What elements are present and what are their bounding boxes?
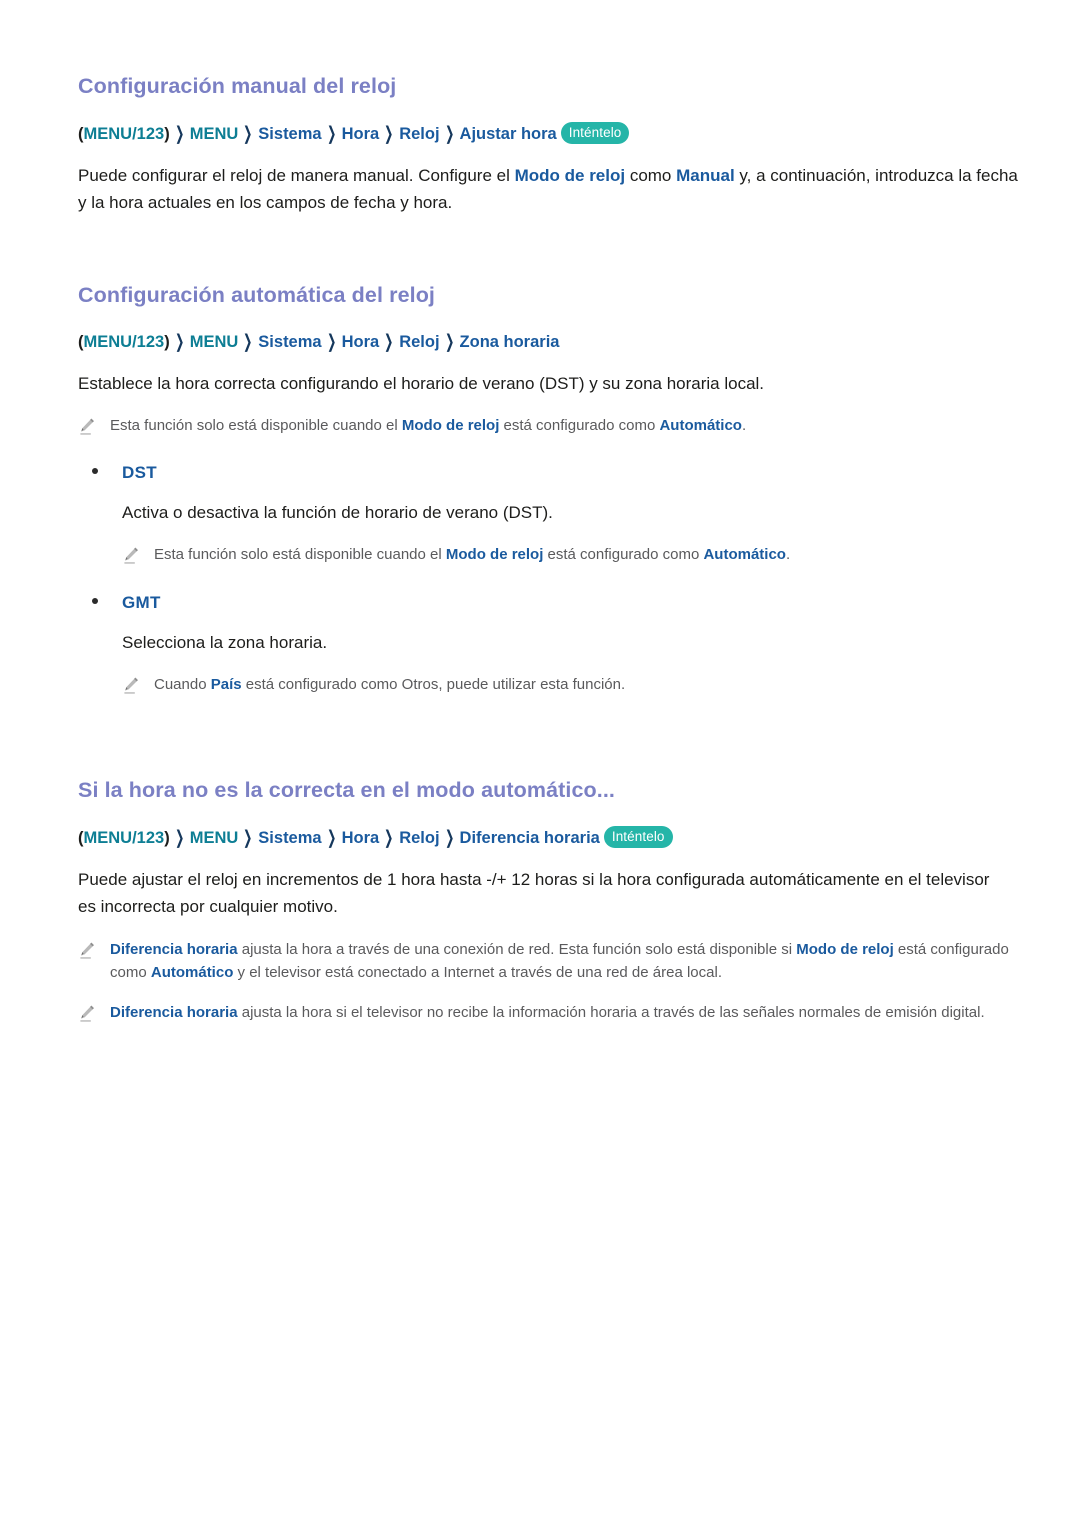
try-it-badge[interactable]: Inténtelo (603, 825, 673, 849)
note-row: Esta función solo está disponible cuando… (78, 414, 1018, 437)
breadcrumb-item-reloj[interactable]: Reloj (399, 333, 439, 351)
chevron-right-icon: ❯ (174, 124, 185, 145)
text-fragment: como (625, 165, 677, 185)
list-item-dst: DST (92, 463, 1018, 483)
section-automatic-clock: Configuración automática del reloj (MENU… (78, 283, 1018, 696)
chevron-right-icon: ❯ (444, 828, 454, 849)
breadcrumb-item-diferencia-horaria[interactable]: Diferencia horaria (460, 829, 600, 847)
note-row: Diferencia horaria ajusta la hora a trav… (78, 938, 1018, 985)
chevron-right-icon: ❯ (326, 828, 336, 849)
paragraph-manual-clock: Puede configurar el reloj de manera manu… (78, 162, 1018, 217)
chevron-right-icon: ❯ (444, 124, 454, 145)
term-automatico: Automático (150, 964, 234, 982)
breadcrumb-close-paren: ) (164, 828, 170, 847)
list-item-gmt: GMT (92, 593, 1018, 613)
breadcrumb-item-hora[interactable]: Hora (342, 333, 380, 351)
breadcrumb-item-zona-horaria[interactable]: Zona horaria (460, 333, 560, 351)
breadcrumb-item-menu[interactable]: MENU (190, 333, 239, 351)
note-row: Esta función solo está disponible cuando… (122, 543, 1018, 566)
text-fragment: . (785, 546, 791, 564)
note-text: Esta función solo está disponible cuando… (110, 414, 746, 437)
breadcrumb-item-sistema[interactable]: Sistema (258, 333, 321, 351)
breadcrumb-item-menu[interactable]: MENU (190, 125, 239, 143)
section-time-offset: Si la hora no es la correcta en el modo … (78, 778, 1018, 1025)
chevron-right-icon: ❯ (174, 828, 185, 849)
note-row: Diferencia horaria ajusta la hora si el … (78, 1001, 1018, 1024)
list-item-label: GMT (122, 592, 161, 612)
chevron-right-icon: ❯ (444, 331, 454, 352)
term-diferencia-horaria: Diferencia horaria (110, 1004, 238, 1022)
paragraph-automatic-clock: Establece la hora correcta configurando … (78, 373, 765, 393)
text-fragment: Esta función solo está disponible cuando… (154, 546, 446, 564)
term-automatico: Automático (703, 546, 786, 564)
breadcrumb-item-hora[interactable]: Hora (342, 125, 380, 143)
note-text: Esta función solo está disponible cuando… (154, 543, 790, 566)
note-text: Diferencia horaria ajusta la hora a trav… (110, 938, 1018, 985)
breadcrumb-root-menu123[interactable]: MENU/123 (84, 829, 165, 847)
breadcrumb-item-sistema[interactable]: Sistema (258, 829, 321, 847)
breadcrumb-close-paren: ) (164, 332, 170, 351)
document-page: Configuración manual del reloj (MENU/123… (0, 0, 1080, 1527)
bullet-dot-icon (92, 597, 98, 604)
pencil-icon (122, 546, 140, 566)
note-text: Cuando País está configurado como Otros,… (154, 673, 625, 696)
breadcrumb-item-menu[interactable]: MENU (190, 829, 239, 847)
chevron-right-icon: ❯ (326, 331, 336, 352)
breadcrumb-item-reloj[interactable]: Reloj (399, 829, 439, 847)
term-manual: Manual (676, 165, 735, 185)
bullet-dot-icon (92, 468, 98, 475)
list-item-label: DST (122, 463, 157, 483)
paragraph-time-offset: Puede ajustar el reloj en incrementos de… (78, 869, 990, 917)
try-it-badge[interactable]: Inténtelo (560, 121, 630, 145)
text-fragment: y el televisor está conectado a Internet… (233, 964, 722, 982)
term-modo-de-reloj: Modo de reloj (445, 546, 544, 564)
list-item-description: Selecciona la zona horaria. (122, 632, 328, 652)
list-item-description: Activa o desactiva la función de horario… (122, 503, 553, 523)
note-text: Diferencia horaria ajusta la hora si el … (110, 1001, 985, 1024)
page-title-manual-clock: Configuración manual del reloj (78, 74, 397, 98)
text-fragment: Puede configurar el reloj de manera manu… (78, 165, 515, 185)
chevron-right-icon: ❯ (174, 331, 185, 352)
breadcrumb-item-sistema[interactable]: Sistema (258, 125, 321, 143)
chevron-right-icon: ❯ (384, 828, 394, 849)
text-fragment: Esta función solo está disponible cuando… (110, 417, 402, 435)
term-modo-de-reloj: Modo de reloj (401, 417, 500, 435)
term-pais: País (210, 675, 242, 693)
pencil-icon (78, 1004, 96, 1024)
term-modo-de-reloj: Modo de reloj (796, 940, 894, 958)
breadcrumb-close-paren: ) (164, 124, 170, 143)
breadcrumb-root-menu123[interactable]: MENU/123 (84, 333, 165, 351)
text-fragment: está configurado como Otros, puede utili… (241, 675, 626, 693)
page-title-time-offset: Si la hora no es la correcta en el modo … (78, 778, 615, 803)
text-fragment: ajusta la hora si el televisor no recibe… (237, 1004, 985, 1022)
pencil-icon (78, 417, 96, 437)
breadcrumb-item-reloj[interactable]: Reloj (399, 125, 439, 143)
breadcrumb-manual-clock: (MENU/123) ❯ MENU ❯ Sistema ❯ Hora ❯ Reloj ❯ Ajust… (78, 121, 1018, 146)
term-automatico: Automático (659, 417, 742, 435)
breadcrumb-time-offset: (MENU/123) ❯ MENU ❯ Sistema ❯ Hora ❯ Reloj ❯ Difer… (78, 825, 1018, 850)
note-row: Cuando País está configurado como Otros,… (122, 673, 1018, 696)
chevron-right-icon: ❯ (384, 124, 394, 145)
chevron-right-icon: ❯ (243, 828, 253, 849)
chevron-right-icon: ❯ (243, 331, 253, 352)
pencil-icon (78, 941, 96, 961)
pencil-icon (122, 676, 140, 696)
chevron-right-icon: ❯ (384, 331, 394, 352)
page-title-automatic-clock: Configuración automática del reloj (78, 282, 436, 307)
breadcrumb-item-hora[interactable]: Hora (342, 829, 380, 847)
text-fragment: ajusta la hora a través de una conexión … (237, 940, 797, 958)
text-fragment: está configurado como (543, 546, 704, 564)
breadcrumb-item-ajustar-hora[interactable]: Ajustar hora (460, 125, 557, 143)
text-fragment: Cuando (154, 675, 211, 693)
term-diferencia-horaria: Diferencia horaria (110, 940, 238, 958)
section-manual-clock: Configuración manual del reloj (MENU/123… (78, 74, 1018, 217)
breadcrumb-root-menu123[interactable]: MENU/123 (84, 125, 165, 143)
text-fragment: . (741, 417, 747, 435)
chevron-right-icon: ❯ (243, 124, 253, 145)
term-modo-de-reloj: Modo de reloj (514, 165, 626, 185)
chevron-right-icon: ❯ (326, 124, 336, 145)
text-fragment: está configurado como (499, 417, 660, 435)
breadcrumb-automatic-clock: (MENU/123) ❯ MENU ❯ Sistema ❯ Hora ❯ Reloj ❯ Zona … (78, 331, 1018, 354)
